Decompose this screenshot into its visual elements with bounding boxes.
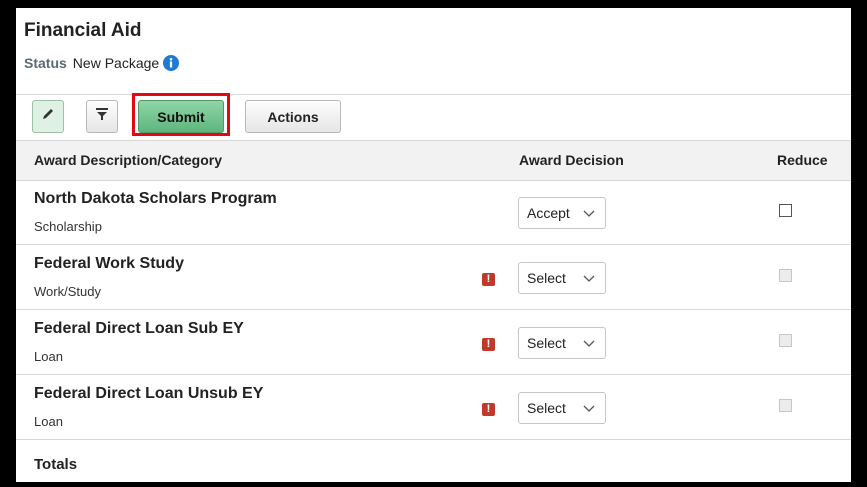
filter-button[interactable]	[86, 100, 118, 133]
table-row: Federal Direct Loan Unsub EY Loan ! Sele…	[16, 375, 851, 440]
status-label: Status	[24, 55, 67, 71]
award-decision-value: Select	[527, 335, 566, 351]
reduce-checkbox[interactable]	[779, 204, 792, 217]
edit-button[interactable]	[32, 100, 64, 133]
table-header: Award Description/Category Award Decisio…	[16, 140, 851, 181]
financial-aid-panel: Financial Aid Status New Package Submit …	[16, 8, 851, 482]
status-row: Status New Package	[24, 55, 180, 71]
table-row: North Dakota Scholars Program Scholarshi…	[16, 180, 851, 245]
award-name: Federal Work Study	[34, 255, 184, 272]
warning-icon: !	[482, 403, 495, 416]
reduce-checkbox	[779, 334, 792, 347]
award-decision-select[interactable]: Accept	[518, 197, 606, 229]
submit-button[interactable]: Submit	[138, 100, 224, 133]
reduce-checkbox	[779, 269, 792, 282]
award-category: Loan	[34, 414, 63, 429]
award-decision-value: Select	[527, 270, 566, 286]
filter-icon	[95, 107, 109, 126]
chevron-down-icon	[583, 340, 595, 347]
chevron-down-icon	[583, 405, 595, 412]
reduce-checkbox	[779, 399, 792, 412]
award-decision-value: Select	[527, 400, 566, 416]
header-award-decision: Award Decision	[519, 152, 624, 168]
award-decision-select[interactable]: Select	[518, 392, 606, 424]
warning-icon: !	[482, 338, 495, 351]
award-category: Scholarship	[34, 219, 102, 234]
status-value: New Package	[72, 55, 160, 71]
actions-button[interactable]: Actions	[245, 100, 341, 133]
award-decision-select[interactable]: Select	[518, 262, 606, 294]
award-name: North Dakota Scholars Program	[34, 190, 277, 207]
award-category: Work/Study	[34, 284, 101, 299]
award-decision-value: Accept	[527, 205, 570, 221]
pencil-icon	[41, 107, 55, 126]
table-row: Federal Work Study Work/Study ! Select	[16, 245, 851, 310]
header-award-description: Award Description/Category	[34, 152, 223, 168]
page-title: Financial Aid	[24, 20, 142, 41]
totals-label: Totals	[34, 456, 78, 473]
chevron-down-icon	[583, 210, 595, 217]
award-category: Loan	[34, 349, 63, 364]
award-name: Federal Direct Loan Sub EY	[34, 320, 244, 337]
header-reduce: Reduce	[777, 152, 828, 168]
table-row: Federal Direct Loan Sub EY Loan ! Select	[16, 310, 851, 375]
warning-icon: !	[482, 273, 495, 286]
award-name: Federal Direct Loan Unsub EY	[34, 385, 264, 402]
chevron-down-icon	[583, 275, 595, 282]
info-icon[interactable]	[163, 55, 180, 71]
award-decision-select[interactable]: Select	[518, 327, 606, 359]
